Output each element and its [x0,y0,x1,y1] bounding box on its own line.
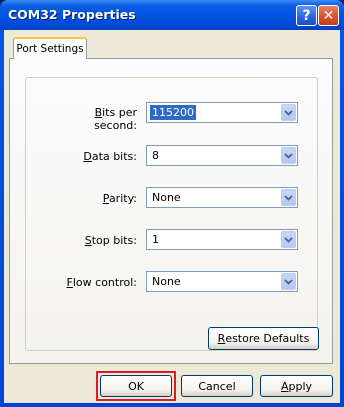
window-title: COM32 Properties [8,7,136,22]
help-button[interactable]: ? [296,5,317,26]
cancel-button[interactable]: Cancel [181,375,253,397]
chevron-down-icon[interactable] [281,189,296,206]
data-bits-value: 8 [152,149,159,162]
parity-value: None [152,191,181,204]
flow-control-label: Flow control: [66,276,137,289]
help-icon: ? [302,7,311,24]
data-bits-select[interactable]: 8 [146,145,298,166]
chevron-down-icon[interactable] [281,231,296,248]
properties-window: COM32 Properties ? ✕ Port Settings Bits … [0,0,344,407]
parity-label: Parity: [102,192,137,205]
stop-bits-value: 1 [152,233,159,246]
stop-bits-label: Stop bits: [84,234,137,247]
flow-control-value: None [152,275,181,288]
chevron-down-icon[interactable] [281,273,296,290]
apply-button[interactable]: Apply [260,375,333,397]
chevron-down-icon[interactable] [281,147,296,164]
close-icon: ✕ [322,7,335,24]
chevron-down-icon[interactable] [281,104,296,121]
ok-button[interactable]: OK [100,375,172,397]
close-button[interactable]: ✕ [318,5,339,26]
tab-label: Port Settings [16,43,84,55]
data-bits-label: Data bits: [83,150,137,163]
parity-select[interactable]: None [146,187,298,208]
bits-per-second-label: Bits per second: [94,106,137,132]
bits-per-second-value: 115200 [150,105,196,120]
title-bar[interactable]: COM32 Properties ? ✕ [0,0,344,30]
bits-per-second-select[interactable]: 115200 [146,102,298,123]
tab-panel: Bits per second: 115200 Data bits: 8 Par… [9,58,333,364]
stop-bits-select[interactable]: 1 [146,229,298,250]
flow-control-select[interactable]: None [146,271,298,292]
dialog-client-area: Port Settings Bits per second: 115200 Da… [4,30,340,403]
restore-defaults-button[interactable]: Restore Defaults [208,327,319,350]
tab-port-settings[interactable]: Port Settings [13,37,87,59]
